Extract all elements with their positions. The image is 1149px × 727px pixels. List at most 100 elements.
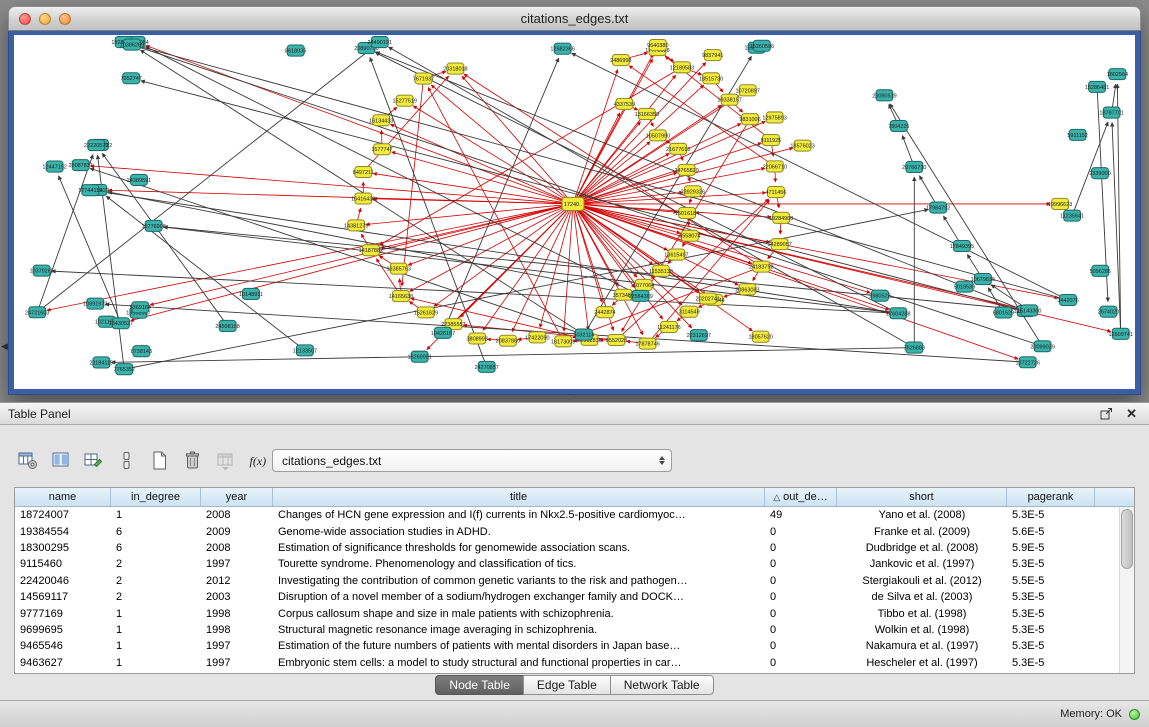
graph-node[interactable]: 15286481 — [1085, 81, 1109, 92]
graph-node[interactable]: 17240.. — [562, 197, 584, 210]
graph-node[interactable]: 3808993 — [467, 333, 488, 344]
graph-node[interactable]: 3114549 — [679, 306, 700, 317]
graph-node[interactable]: 9831006 — [739, 114, 760, 125]
zoom-button[interactable] — [59, 13, 71, 25]
edit-columns-icon[interactable] — [80, 447, 107, 474]
close-panel-icon[interactable]: ✕ — [1126, 407, 1137, 420]
tab-network-table[interactable]: Network Table — [610, 675, 714, 695]
table-mode-icon[interactable] — [14, 447, 41, 474]
graph-node[interactable]: 1077064 — [633, 279, 654, 290]
table-row[interactable]: 1456911722003Disruption of a novel membe… — [15, 589, 1134, 605]
graph-node[interactable]: 13615497 — [664, 249, 688, 260]
table-row[interactable]: 1830029562008Estimation of significance … — [15, 540, 1134, 556]
graph-node[interactable]: 20863083 — [735, 284, 759, 295]
graph-node[interactable]: 17878746 — [635, 338, 659, 349]
graph-node[interactable]: 24183752 — [749, 261, 773, 272]
graph-node[interactable]: 15260596 — [750, 40, 774, 51]
graph-node[interactable]: 7765352 — [114, 364, 135, 375]
graph-node[interactable]: 4711456 — [765, 187, 786, 198]
graph-node[interactable]: 17849395 — [950, 240, 974, 251]
graph-node[interactable]: 24721603 — [25, 307, 49, 318]
column-header-in_degree[interactable]: in_degree — [111, 488, 201, 506]
graph-node[interactable]: 2674020 — [1098, 306, 1119, 317]
graph-node[interactable]: 14289057 — [767, 239, 791, 250]
graph-node[interactable]: 8738143 — [131, 346, 152, 357]
table-row[interactable]: 946362711997Embryonic stem cells: a mode… — [15, 655, 1134, 671]
graph-node[interactable]: 1577747 — [371, 144, 392, 155]
table-row[interactable]: 1938455462009Genome-wide association stu… — [15, 523, 1134, 539]
graph-node[interactable]: 18787701 — [1099, 107, 1123, 118]
table-row[interactable]: 2242004622012Investigating the contribut… — [15, 573, 1134, 589]
graph-node[interactable]: 12975893 — [762, 112, 786, 123]
graph-node[interactable]: 23090519 — [872, 90, 896, 101]
graph-node[interactable]: 4337539 — [614, 98, 635, 109]
table-row[interactable]: 1872400712008Changes of HCN gene express… — [15, 507, 1134, 523]
graph-node[interactable]: 16134433 — [369, 115, 393, 126]
graph-node[interactable]: 24490191 — [368, 37, 392, 48]
column-header-year[interactable]: year — [201, 488, 273, 506]
function-builder-icon[interactable]: f(x) — [245, 447, 272, 474]
graph-node[interactable]: 24389591 — [127, 174, 151, 185]
graph-node[interactable]: 18576023 — [790, 140, 814, 151]
graph-node[interactable]: 20318018 — [443, 63, 467, 74]
graph-node[interactable]: 24508168 — [215, 320, 239, 331]
graph-node[interactable]: 12584369 — [628, 290, 652, 301]
graph-node[interactable]: 6801529 — [993, 307, 1014, 318]
close-button[interactable] — [19, 13, 31, 25]
graph-node[interactable]: 1802564 — [1107, 69, 1128, 80]
graph-node[interactable]: 23087831 — [68, 160, 92, 171]
graph-node[interactable]: 19338157 — [717, 94, 741, 105]
graph-node[interactable]: 8111925 — [761, 134, 782, 145]
graph-node[interactable]: 12447152 — [42, 161, 66, 172]
graph-node[interactable]: 13166359 — [635, 108, 659, 119]
graph-node[interactable]: 18269951 — [407, 351, 431, 362]
import-table-icon[interactable] — [212, 447, 239, 474]
graph-node[interactable]: 18057620 — [748, 331, 772, 342]
graph-node[interactable]: 2339000 — [1089, 168, 1110, 179]
graph-node[interactable]: 8497211 — [353, 166, 374, 177]
row-options-icon[interactable] — [113, 447, 140, 474]
graph-node[interactable]: 14381279 — [344, 220, 368, 231]
graph-node[interactable]: 16173009 — [551, 336, 575, 347]
graph-node[interactable]: 8618035 — [285, 45, 306, 56]
column-header-short[interactable]: short — [837, 488, 1007, 506]
graph-node[interactable]: 10148911 — [239, 288, 263, 299]
graph-node[interactable]: 5369184 — [130, 302, 151, 313]
graph-node[interactable]: 15143300 — [1017, 305, 1041, 316]
table-row[interactable]: 911546021997Tourette syndrome. Phenomeno… — [15, 556, 1134, 572]
float-panel-icon[interactable] — [1100, 407, 1113, 420]
graph-node[interactable]: 16416433 — [351, 193, 375, 204]
graph-node[interactable]: 22220572 — [84, 140, 108, 151]
graph-node[interactable]: 9552028 — [606, 334, 627, 345]
graph-node[interactable]: 13722726 — [1015, 357, 1039, 368]
graph-node[interactable]: 10720897 — [735, 85, 759, 96]
graph-node[interactable]: 2486998 — [610, 55, 631, 66]
graph-node[interactable]: 7671937 — [413, 73, 434, 84]
graph-node[interactable]: 16776908 — [141, 220, 165, 231]
graph-node[interactable]: 2442874 — [594, 307, 615, 318]
graph-node[interactable]: 20202741 — [696, 293, 720, 304]
graph-node[interactable]: 17604288 — [886, 308, 910, 319]
graph-node[interactable]: 10891972 — [83, 298, 107, 309]
scrollbar-thumb[interactable] — [1121, 509, 1133, 569]
table-row[interactable]: 977716911998Corpus callosum shape and si… — [15, 605, 1134, 621]
graph-node[interactable]: 15277519 — [393, 95, 417, 106]
graph-node[interactable]: 5032114 — [573, 329, 594, 340]
delete-table-icon[interactable] — [179, 447, 206, 474]
graph-node[interactable]: 5911152 — [1067, 129, 1088, 140]
table-row[interactable]: 969969511998Structural magnetic resonanc… — [15, 622, 1134, 638]
graph-node[interactable]: 17744119 — [78, 185, 102, 196]
graph-node[interactable]: 3442076 — [1057, 294, 1078, 305]
graph-node[interactable]: 14187882 — [359, 245, 383, 256]
graph-node[interactable]: 5096286 — [1090, 265, 1111, 276]
graph-node[interactable]: 17984792 — [926, 202, 950, 213]
vertical-scrollbar[interactable] — [1119, 507, 1134, 673]
window-titlebar[interactable]: citations_edges.txt — [8, 6, 1141, 31]
column-header-out_degree[interactable]: △out_de… — [765, 488, 837, 506]
panel-collapse-arrow-icon[interactable]: ◀ — [1, 342, 8, 351]
graph-node[interactable]: 21184115 — [90, 357, 114, 368]
table-row[interactable]: 946554611997Estimation of the future num… — [15, 638, 1134, 654]
graph-node[interactable]: 15261629 — [414, 307, 438, 318]
graph-node[interactable]: 17422090 — [525, 332, 549, 343]
graph-node[interactable]: 10507990 — [646, 130, 670, 141]
